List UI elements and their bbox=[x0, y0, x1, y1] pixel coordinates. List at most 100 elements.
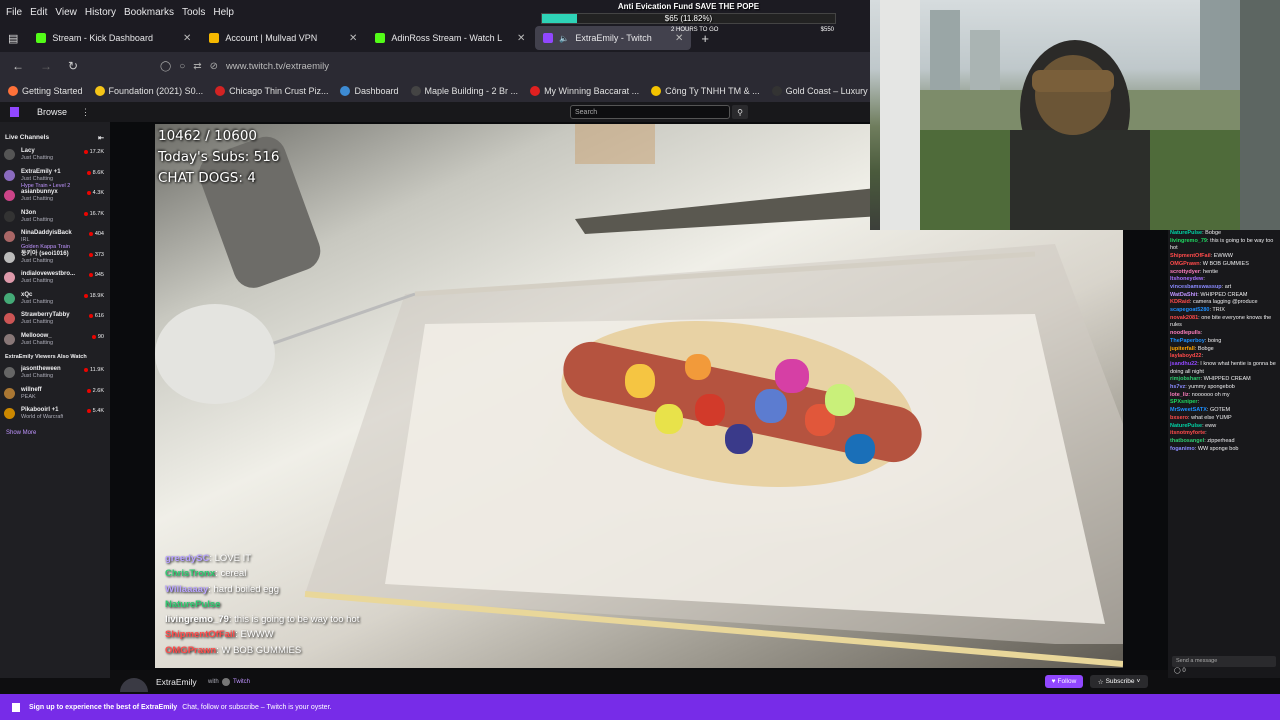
collapse-sidebar-icon[interactable]: ⇤ bbox=[98, 134, 104, 142]
donation-amount: $65 (11.82%) bbox=[664, 14, 713, 23]
close-tab-icon[interactable]: ✕ bbox=[517, 33, 525, 44]
chat-user[interactable]: bxsero bbox=[1170, 415, 1188, 421]
chat-user[interactable]: KDRaid bbox=[1170, 299, 1190, 305]
tracking-icon[interactable]: ⊘ bbox=[210, 61, 218, 72]
chat-panel: NaturePulse: Bobge livingremo_79: this is… bbox=[1168, 230, 1280, 678]
tab-0[interactable]: Stream - Kick Dashboard ✕ bbox=[28, 26, 199, 50]
signup-bold-text: Sign up to experience the best of ExtraE… bbox=[29, 703, 178, 711]
overlay-chat-text: cereal bbox=[220, 568, 247, 580]
bookmark-item[interactable]: Maple Building - 2 Br ... bbox=[410, 86, 519, 96]
bookmark-item[interactable]: Chicago Thin Crust Piz... bbox=[215, 86, 328, 96]
chat-user[interactable]: livingremo_79 bbox=[1170, 238, 1207, 244]
menu-item-edit[interactable]: Edit bbox=[30, 7, 47, 18]
bookmark-item[interactable]: Công Ty TNHH TM & ... bbox=[651, 86, 760, 96]
sidebar-channel[interactable]: Lacy Just Chatting 17.2K bbox=[0, 146, 110, 167]
sidebar-channel[interactable]: Mellooow_ Just Chatting 90 bbox=[0, 331, 110, 352]
sidebar-channel[interactable]: Pikabooirl +1 World of Warcraft 5.4K bbox=[0, 405, 110, 426]
url-bar[interactable]: ◯ ○ ⇄ ⊘ www.twitch.tv/extraemily bbox=[160, 56, 860, 76]
chat-user[interactable]: jsandhu22 bbox=[1170, 361, 1197, 367]
chat-user[interactable]: foganimo bbox=[1170, 446, 1195, 452]
chat-user[interactable]: novak2081 bbox=[1170, 315, 1198, 321]
chat-user[interactable]: ThePaperboy bbox=[1170, 338, 1205, 344]
chat-user[interactable]: thatbosangel bbox=[1170, 438, 1204, 444]
channel-name[interactable]: ExtraEmily bbox=[156, 677, 197, 687]
chat-input[interactable]: Send a message bbox=[1172, 656, 1276, 667]
subscribe-button[interactable]: ☆ Subscribe ˅ bbox=[1090, 675, 1148, 688]
chat-user[interactable]: jupiterfall bbox=[1170, 346, 1195, 352]
avatar bbox=[4, 149, 15, 160]
chat-user[interactable]: laylaboyd22 bbox=[1170, 353, 1202, 359]
stream-stats-overlay: 10462 / 10600 Today's Subs: 516 CHAT DOG… bbox=[158, 126, 279, 189]
viewer-count-value: 373 bbox=[94, 251, 104, 258]
bookmark-label: Maple Building - 2 Br ... bbox=[424, 86, 519, 96]
chat-user[interactable]: NaturePulse bbox=[1170, 230, 1202, 236]
twitch-logo-icon[interactable] bbox=[10, 107, 19, 117]
chat-user[interactable]: scrottydyer bbox=[1170, 269, 1200, 275]
sidebar-channel[interactable]: xQc Just Chatting 18.9K bbox=[0, 290, 110, 311]
bookmark-item[interactable]: Foundation (2021) S0... bbox=[94, 86, 203, 96]
chat-user[interactable]: ShipmentOfFail bbox=[1170, 253, 1211, 259]
more-menu-icon[interactable]: ⋮ bbox=[81, 107, 90, 118]
chat-user[interactable]: OMGPrawn bbox=[1170, 261, 1200, 267]
sidebar-channel[interactable]: ExtraEmily +1 Just Chatting Hype Train • L… bbox=[0, 167, 110, 189]
tab-2[interactable]: AdinRoss Stream - Watch L ✕ bbox=[367, 26, 533, 50]
chat-user[interactable]: itsnotmyforte bbox=[1170, 430, 1205, 436]
tab-label: Account | Mullvad VPN bbox=[225, 33, 318, 43]
sidebar-channel[interactable]: willneff PEAK 2.6K bbox=[0, 385, 110, 406]
chat-user[interactable]: hs7vz bbox=[1170, 384, 1185, 390]
channel-name: Lacy bbox=[21, 148, 35, 154]
sidebar-channel[interactable]: N3on Just Chatting 16.7K bbox=[0, 208, 110, 229]
channel-avatar[interactable] bbox=[120, 678, 148, 692]
permissions-icon[interactable]: ⇄ bbox=[193, 61, 201, 72]
chat-user[interactable]: Itshoneydew bbox=[1170, 276, 1203, 282]
points-icon[interactable]: ◯ bbox=[1174, 668, 1181, 674]
bookmark-item[interactable]: My Winning Baccarat ... bbox=[530, 86, 639, 96]
chat-user[interactable]: SPXsniper bbox=[1170, 399, 1198, 405]
tab-1[interactable]: Account | Mullvad VPN ✕ bbox=[201, 26, 365, 50]
sidebar-channel[interactable]: StrawberryTabby Just Chatting 616 bbox=[0, 310, 110, 331]
sidebar-channel[interactable]: asianbunnyx Just Chatting 4.3K bbox=[0, 187, 110, 208]
bookmark-item[interactable]: Dashboard bbox=[340, 86, 399, 96]
menu-item-history[interactable]: History bbox=[85, 7, 116, 18]
chat-user[interactable]: WatDaShit bbox=[1170, 292, 1197, 298]
forward-icon[interactable]: → bbox=[40, 59, 52, 73]
chat-text: WW sponge bob bbox=[1197, 445, 1239, 452]
sidebar-channel[interactable]: jasontheween Just Chatting 11.9K bbox=[0, 364, 110, 385]
search-input[interactable]: Search bbox=[570, 105, 730, 119]
follow-button[interactable]: ♥ Follow bbox=[1045, 675, 1083, 688]
menu-item-bookmarks[interactable]: Bookmarks bbox=[124, 7, 174, 18]
chat-user[interactable]: MrSweetSATX bbox=[1170, 407, 1207, 413]
chat-user[interactable]: scapegoat5280 bbox=[1170, 307, 1209, 313]
browse-link[interactable]: Browse bbox=[37, 107, 67, 117]
menu-item-tools[interactable]: Tools bbox=[182, 7, 205, 18]
viewer-count: 5.4K bbox=[86, 408, 104, 414]
channel-category: Just Chatting bbox=[21, 278, 54, 284]
sidebar-channel[interactable]: indialovewestbro... Just Chatting 945 bbox=[0, 269, 110, 290]
close-tab-icon[interactable]: ✕ bbox=[183, 33, 191, 44]
show-more-link[interactable]: Show More bbox=[0, 426, 110, 440]
viewer-count-value: 8.6K bbox=[92, 169, 104, 176]
partner-name[interactable]: Twitch bbox=[233, 679, 250, 685]
url-text[interactable]: www.twitch.tv/extraemily bbox=[226, 61, 329, 72]
chat-user[interactable]: noodlepulls bbox=[1170, 330, 1201, 336]
bookmark-item[interactable]: Getting Started bbox=[8, 86, 83, 96]
signup-banner[interactable]: Sign up to experience the best of ExtraE… bbox=[0, 694, 1280, 720]
shield-icon[interactable]: ◯ bbox=[160, 61, 171, 72]
channel-info: willneff PEAK bbox=[21, 385, 42, 401]
menu-item-help[interactable]: Help bbox=[213, 7, 234, 18]
reload-icon[interactable]: ↻ bbox=[68, 59, 78, 73]
chat-user[interactable]: vincesbamswassup bbox=[1170, 284, 1222, 290]
menu-item-view[interactable]: View bbox=[55, 7, 77, 18]
chat-user[interactable]: lote_liz bbox=[1170, 392, 1189, 398]
chat-user[interactable]: rimjobsharr bbox=[1170, 376, 1201, 382]
back-icon[interactable]: ← bbox=[12, 59, 24, 73]
sidebar-channel[interactable]: 동키아 (seoi1016) Just Chatting 373 bbox=[0, 249, 110, 270]
bookmark-item[interactable]: Gold Coast – Luxury Li... bbox=[771, 86, 870, 96]
close-tab-icon[interactable]: ✕ bbox=[349, 33, 357, 44]
bookmark-favicon-icon bbox=[410, 86, 421, 96]
chat-user[interactable]: NaturePulse bbox=[1170, 423, 1202, 429]
menu-item-file[interactable]: File bbox=[6, 7, 22, 18]
sidebar-channel[interactable]: NinaDaddyisBack IRL Golden Kappa Train 404 bbox=[0, 228, 110, 250]
search-button[interactable]: ⚲ bbox=[732, 105, 748, 119]
tab-list-icon[interactable]: ▤ bbox=[8, 32, 18, 45]
